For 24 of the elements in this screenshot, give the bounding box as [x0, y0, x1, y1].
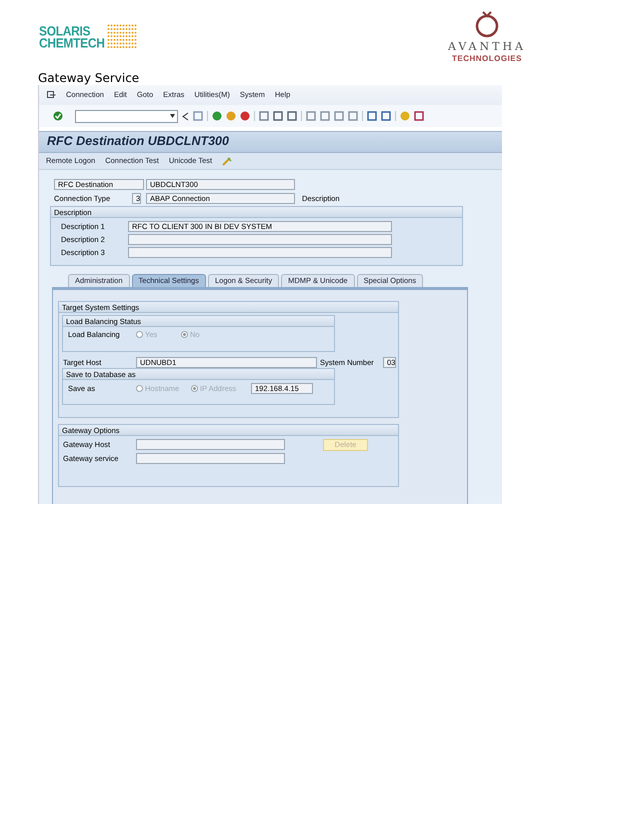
logo-text: AVANTHA — [448, 40, 526, 54]
input-field[interactable] — [128, 234, 392, 245]
logo-text: CHEMTECH — [39, 36, 105, 50]
input-field[interactable] — [128, 247, 392, 258]
logo-text: SOLARIS — [39, 24, 90, 38]
circle-icon — [212, 111, 222, 121]
command-field[interactable] — [75, 110, 178, 122]
radio-button[interactable] — [136, 331, 143, 338]
back-icon — [182, 112, 189, 120]
check-icon — [53, 111, 63, 121]
circle-icon — [226, 111, 236, 121]
radio-button[interactable] — [136, 385, 143, 392]
circle-icon — [240, 111, 250, 121]
menu-icon — [47, 91, 56, 99]
pencil-icon — [222, 156, 232, 166]
radio-button[interactable] — [181, 331, 188, 338]
logo-text: TECHNOLOGIES — [452, 54, 522, 64]
input-field[interactable] — [136, 453, 285, 464]
screen-title: RFC Destination UBDCLNT300 — [47, 134, 229, 150]
page-heading: Gateway Service — [38, 71, 140, 85]
radio-button[interactable] — [191, 385, 198, 392]
input-field[interactable] — [136, 439, 285, 450]
dropdown-icon — [170, 114, 175, 118]
dot-grid-icon — [106, 24, 137, 50]
